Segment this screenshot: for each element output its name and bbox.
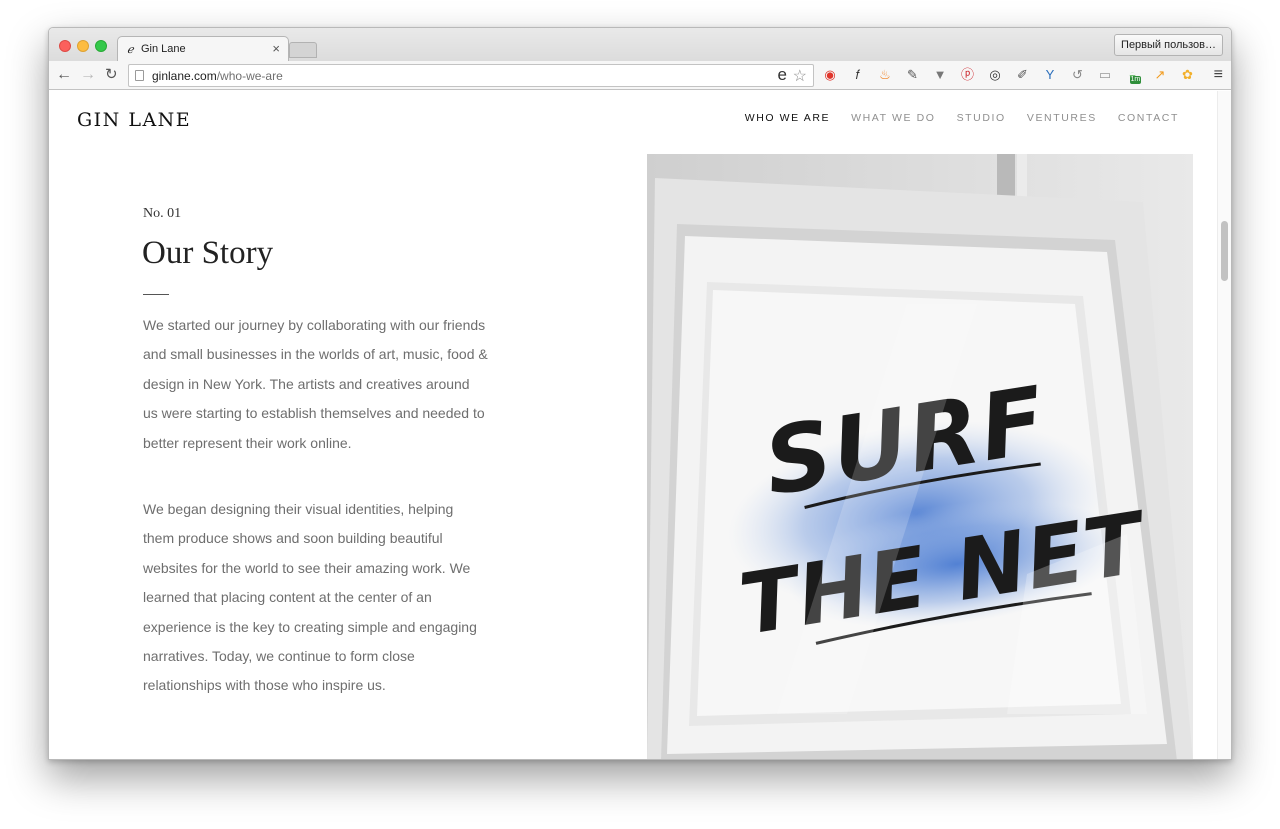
evernote-icon[interactable]: ✎ <box>904 66 922 84</box>
nav-who-we-are[interactable]: WHO WE ARE <box>745 112 830 124</box>
profile-button[interactable]: Первый пользов… <box>1114 34 1223 56</box>
story-paragraph-2: We began designing their visual identiti… <box>143 501 477 694</box>
page-icon <box>135 70 144 81</box>
fire-icon[interactable]: ♨ <box>876 66 894 84</box>
gin-lane-favicon-icon: ℯ <box>127 43 134 56</box>
close-window-button[interactable] <box>59 40 71 52</box>
nav-ventures[interactable]: VENTURES <box>1027 112 1097 124</box>
section-number: No. 01 <box>143 206 182 221</box>
title-divider <box>143 294 169 295</box>
flower-icon[interactable]: ✿ <box>1179 66 1197 84</box>
browser-window: ℯ Gin Lane × Первый пользов… ← → ↻ ginla… <box>48 27 1232 760</box>
page-title: Our Story <box>142 235 274 271</box>
forward-icon[interactable]: → <box>80 65 96 85</box>
minimize-window-button[interactable] <box>77 40 89 52</box>
nav-what-we-do[interactable]: WHAT WE DO <box>851 112 935 124</box>
site-nav: WHO WE ARE WHAT WE DO STUDIO VENTURES CO… <box>745 112 1179 124</box>
reload-icon[interactable]: ↻ <box>105 65 118 85</box>
tab-strip: ℯ Gin Lane × Первый пользов… <box>49 28 1231 62</box>
tab-close-icon[interactable]: × <box>272 41 280 56</box>
page-scrollbar[interactable] <box>1217 91 1231 759</box>
back-icon[interactable]: ← <box>56 65 72 85</box>
nav-studio[interactable]: STUDIO <box>957 112 1006 124</box>
menu-icon[interactable]: ≡ <box>1214 66 1223 84</box>
browser-toolbar: ← → ↻ ginlane.com/who-we-are e ☆ ◉ 𝑓 ♨ ✎ ▼ ⓟ ◎… <box>49 61 1231 90</box>
page-viewport: GIN LANE WHO WE ARE WHAT WE DO STUDIO VE… <box>49 91 1231 759</box>
framed-artwork-photo: SURF THE NET <box>647 154 1193 759</box>
tab-title: Gin Lane <box>141 43 186 55</box>
zoom-window-button[interactable] <box>95 40 107 52</box>
yandex-icon[interactable]: Y <box>1041 66 1059 84</box>
evernote-clip-icon[interactable]: e <box>778 65 787 85</box>
address-bar[interactable]: ginlane.com/who-we-are e ☆ <box>128 64 814 87</box>
site-logo[interactable]: GIN LANE <box>77 109 191 131</box>
analytics-icon[interactable]: ↗ <box>1151 66 1169 84</box>
camera-icon[interactable]: ◎ <box>986 66 1004 84</box>
story-paragraph-1: We started our journey by collaborating … <box>143 317 488 451</box>
bookmark-star-icon[interactable]: ☆ <box>793 66 807 86</box>
url-host: ginlane.com <box>152 69 217 83</box>
new-tab-button[interactable] <box>289 42 317 58</box>
artwork-image: SURF THE NET <box>647 154 1193 759</box>
pocket-icon[interactable]: ▼ <box>931 66 949 84</box>
extension-badge: 1m <box>1129 76 1142 84</box>
url-path: /who-we-are <box>216 69 283 83</box>
adblock-icon[interactable]: ◉ <box>821 66 839 84</box>
sync-icon[interactable]: ↺ <box>1069 66 1087 84</box>
eyedropper-icon[interactable]: ✐ <box>1014 66 1032 84</box>
url-text[interactable]: ginlane.com/who-we-are <box>152 69 283 83</box>
nav-contact[interactable]: CONTACT <box>1118 112 1179 124</box>
tab-gin-lane[interactable]: ℯ Gin Lane × <box>117 36 289 62</box>
reader-icon[interactable]: ▭ <box>1096 66 1114 84</box>
scrollbar-thumb[interactable] <box>1221 221 1228 281</box>
pinterest-icon[interactable]: ⓟ <box>959 66 977 84</box>
font-identifier-icon[interactable]: 𝑓 <box>849 66 867 84</box>
meter-icon[interactable]: ◒ 1m <box>1124 66 1142 84</box>
